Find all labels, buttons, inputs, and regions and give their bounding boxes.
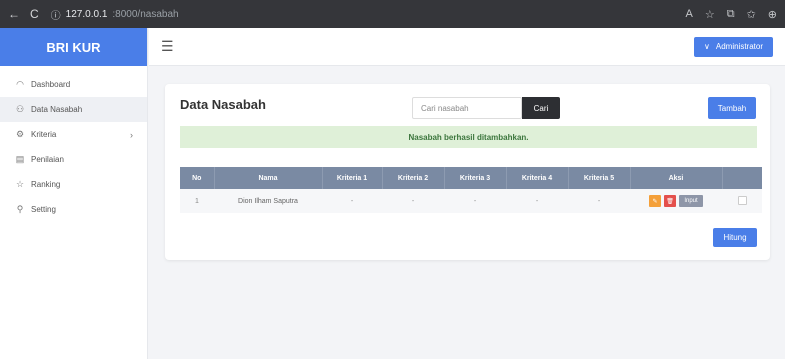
chevron-down-icon: ∨ [704,42,710,51]
sidebar: BRI KUR ◠ Dashboard ⚇ Data Nasabah ⚙ Kri… [0,28,148,359]
sidebar-item-setting[interactable]: ⚲ Setting [0,197,147,222]
search-input[interactable] [412,97,522,119]
cell-no: 1 [180,189,214,213]
url-path: :8000/nasabah [112,8,179,20]
chevron-right-icon: › [130,129,133,140]
success-alert: Nasabah berhasil ditambahkan. [180,126,757,148]
sidebar-item-kriteria[interactable]: ⚙ Kriteria › [0,122,147,147]
sidebar-item-label: Ranking [31,180,61,189]
table-row: 1 Dion Ilham Saputra - - - - - ✎ 🗑 Input [180,189,762,213]
column-header-kriteria-2: Kriteria 2 [382,167,445,189]
browser-toolbar: ← C ⓘ 127.0.0.1 :8000/nasabah A ☆ ⧉ ✩ ⊕ [0,0,785,28]
back-icon[interactable]: ← [8,7,20,21]
cell-aksi: ✎ 🗑 Input [630,189,722,213]
star-icon: ☆ [15,179,25,189]
sidebar-item-data-nasabah[interactable]: ⚇ Data Nasabah [0,97,147,122]
column-header-kriteria-1: Kriteria 1 [322,167,383,189]
cell-kriteria-5: - [568,189,630,213]
reader-icon[interactable]: A [685,8,692,20]
cell-nama: Dion Ilham Saputra [214,189,322,213]
reload-icon[interactable]: C [30,7,39,21]
brand-logo[interactable]: BRI KUR [0,28,147,66]
column-header-kriteria-3: Kriteria 3 [444,167,507,189]
pencil-icon: ✎ [652,198,658,205]
column-header-kriteria-4: Kriteria 4 [506,167,569,189]
trash-icon: 🗑 [666,198,674,205]
column-header-no: No [180,167,215,189]
sidebar-item-ranking[interactable]: ☆ Ranking [0,172,147,197]
gear-icon: ⚙ [15,129,25,139]
sidebar-item-dashboard[interactable]: ◠ Dashboard [0,72,147,97]
search-button[interactable]: Cari [522,97,560,119]
cell-kriteria-3: - [444,189,506,213]
sidebar-item-label: Penilaian [31,155,64,164]
cell-select [722,189,762,213]
cell-kriteria-2: - [382,189,444,213]
page-title: Data Nasabah [180,97,266,112]
sidebar-item-label: Kriteria [31,130,57,139]
cell-kriteria-1: - [322,189,382,213]
hamburger-menu-icon[interactable]: ☰ [161,38,174,55]
dashboard-icon: ◠ [16,79,24,89]
cell-kriteria-4: - [506,189,568,213]
user-menu-button[interactable]: ∨ Administrator [694,36,773,57]
row-checkbox[interactable] [737,195,747,205]
edit-button[interactable]: ✎ [649,195,661,207]
info-icon[interactable]: ⓘ [51,7,61,22]
sidebar-item-label: Dashboard [31,80,71,89]
column-header-aksi: Aksi [630,167,723,189]
user-name: Administrator [715,42,763,51]
tab-icon[interactable]: ⧉ [727,8,735,21]
table-header-row: No Nama Kriteria 1 Kriteria 2 Kriteria 3… [180,167,762,189]
user-icon: ⚲ [16,204,24,214]
users-icon: ⚇ [15,104,25,114]
nasabah-table: No Nama Kriteria 1 Kriteria 2 Kriteria 3… [180,167,762,213]
collections-icon[interactable]: ⊕ [768,8,777,21]
bookmark-icon[interactable]: ☆ [705,8,715,21]
add-nasabah-button[interactable]: Tambah [708,97,756,119]
column-header-nama: Nama [214,167,323,189]
sidebar-item-penilaian[interactable]: ▤ Penilaian [0,147,147,172]
nasabah-card: Data Nasabah Cari Tambah Nasabah berhasi… [165,84,770,260]
column-header-kriteria-5: Kriteria 5 [568,167,631,189]
input-button[interactable]: Input [679,195,703,207]
address-bar[interactable]: ⓘ 127.0.0.1 :8000/nasabah [51,7,179,22]
sidebar-menu: ◠ Dashboard ⚇ Data Nasabah ⚙ Kriteria › … [0,66,147,222]
column-header-select [722,167,762,189]
hitung-button[interactable]: Hitung [713,228,757,247]
table-icon: ▤ [15,154,25,164]
favorites-icon[interactable]: ✩ [747,8,756,21]
url-host: 127.0.0.1 [65,8,108,20]
top-header: ☰ ∨ Administrator [149,28,785,66]
sidebar-item-label: Setting [31,205,56,214]
delete-button[interactable]: 🗑 [664,195,676,207]
sidebar-item-label: Data Nasabah [31,105,83,114]
